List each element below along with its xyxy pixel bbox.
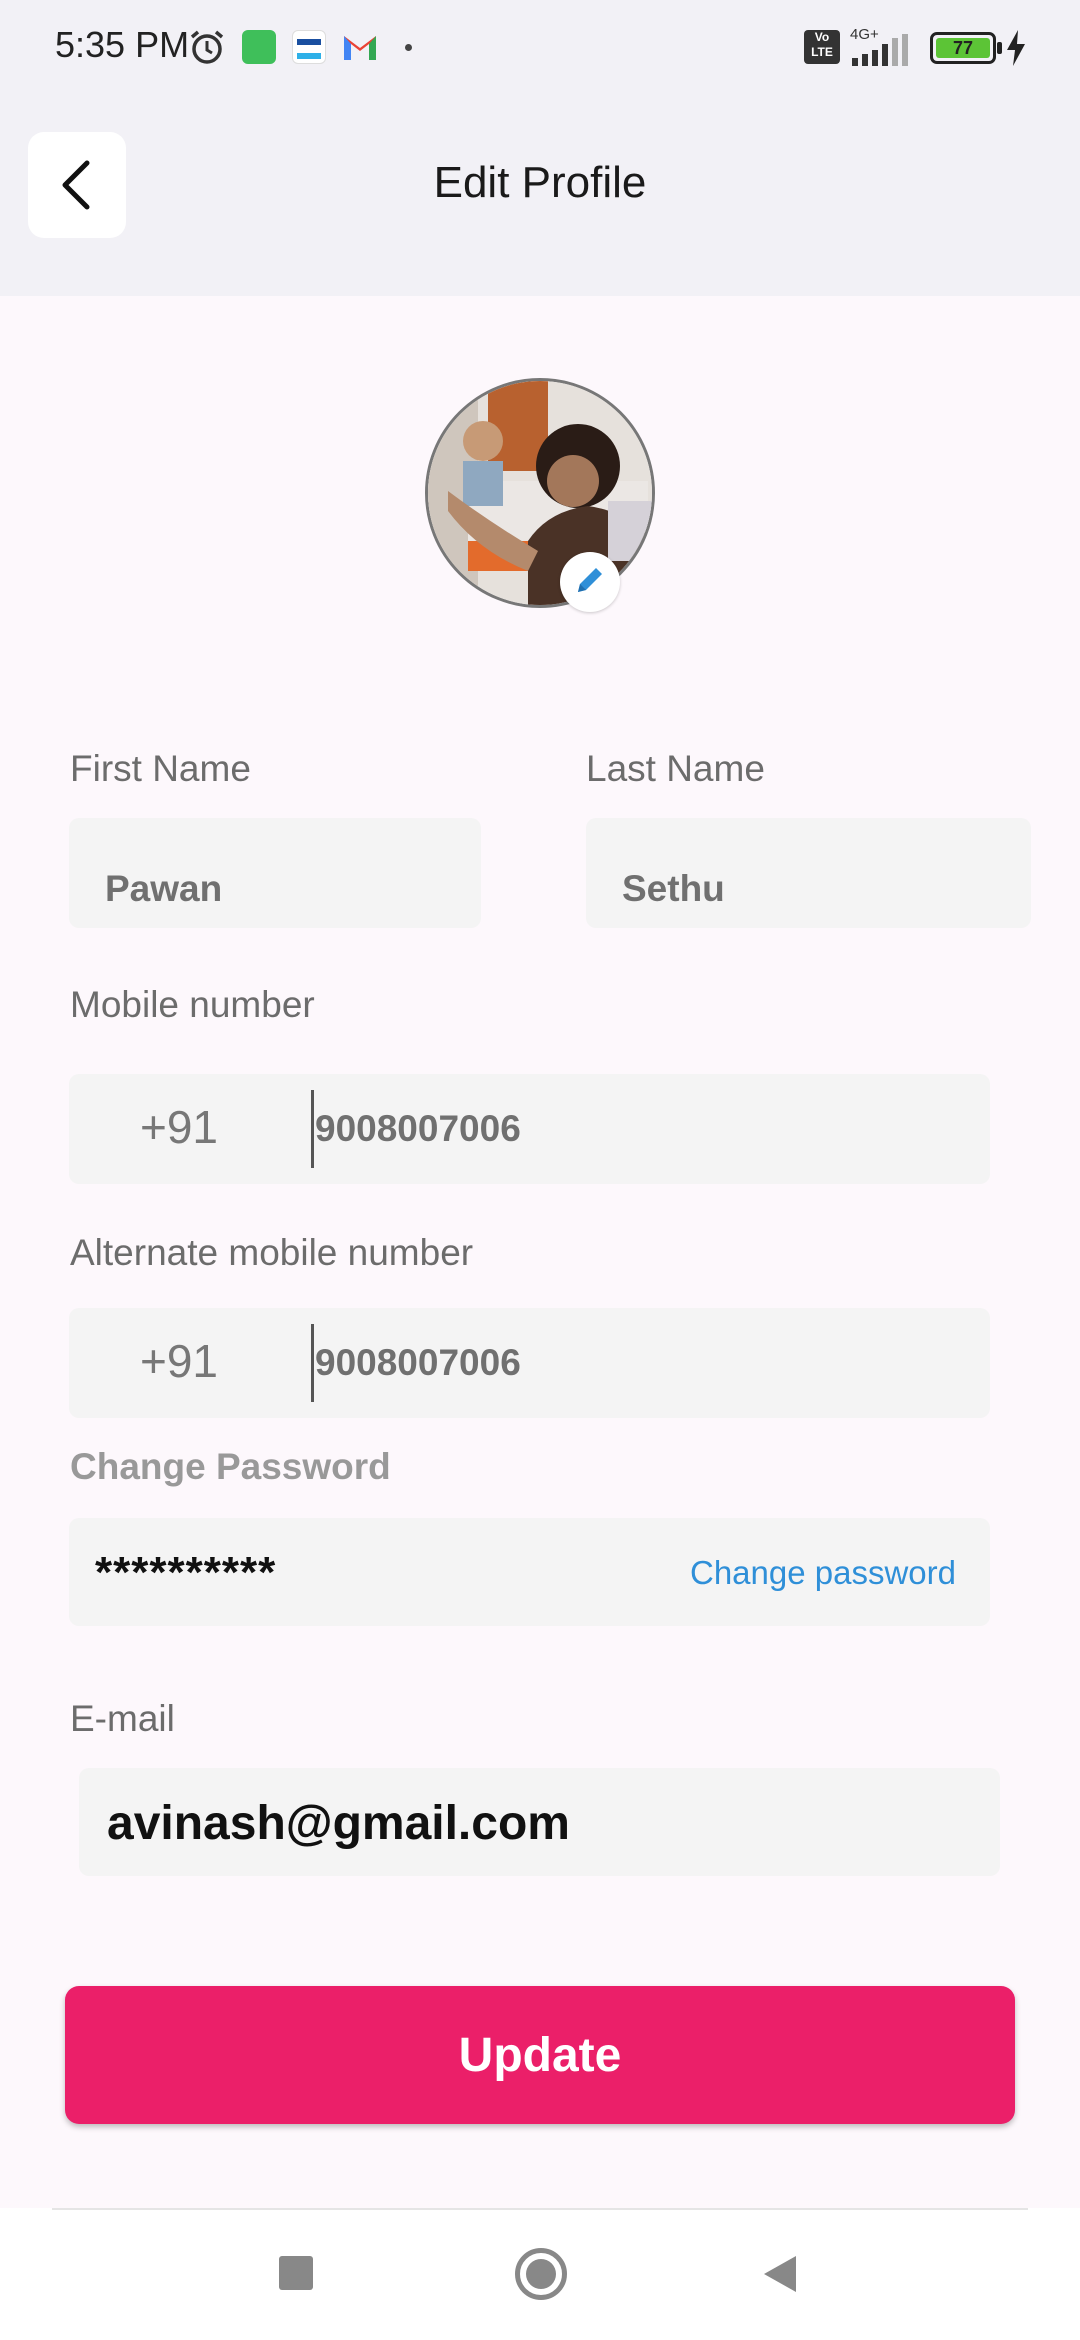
alt-mobile-field[interactable]: +91 9008007006: [69, 1308, 990, 1418]
first-name-value: Pawan: [105, 868, 223, 909]
charging-icon: [1007, 30, 1025, 66]
update-button[interactable]: Update: [65, 1986, 1015, 2124]
status-time: 5:35 PM: [55, 24, 190, 65]
password-value: **********: [95, 1548, 277, 1597]
page-title: Edit Profile: [433, 158, 647, 207]
mobile-label: Mobile number: [70, 984, 315, 1025]
password-label: Change Password: [70, 1446, 391, 1487]
paytm-notification-icon: [292, 30, 326, 64]
change-password-link[interactable]: Change password: [690, 1554, 956, 1592]
alt-mobile-value: 9008007006: [315, 1342, 521, 1383]
last-name-field[interactable]: Sethu: [586, 818, 1031, 928]
battery-level: 77: [936, 38, 990, 58]
alt-mobile-divider: [311, 1324, 314, 1402]
battery-icon: 77: [930, 32, 996, 64]
nav-divider: [52, 2208, 1028, 2210]
system-nav-bar: [0, 2208, 1080, 2340]
status-bar: 5:35 PM Vo LTE 4G+ 77: [0, 0, 1080, 96]
recent-apps-icon[interactable]: [279, 2256, 313, 2290]
email-value: avinash@gmail.com: [107, 1797, 570, 1850]
mobile-divider: [311, 1090, 314, 1168]
header: Edit Profile: [0, 96, 1080, 296]
home-icon[interactable]: [515, 2248, 567, 2300]
mobile-country-code: +91: [139, 1101, 219, 1153]
alarm-icon: [190, 30, 224, 64]
volte-icon: Vo LTE: [804, 30, 840, 64]
email-label: E-mail: [70, 1698, 175, 1739]
signal-icon: [852, 34, 908, 66]
edit-avatar-button[interactable]: [560, 552, 620, 612]
first-name-field[interactable]: Pawan: [69, 818, 481, 928]
first-name-label: First Name: [70, 748, 251, 789]
mobile-field[interactable]: +91 9008007006: [69, 1074, 990, 1184]
avatar[interactable]: [425, 378, 655, 608]
email-field[interactable]: avinash@gmail.com: [79, 1768, 1000, 1876]
back-nav-icon[interactable]: [762, 2254, 798, 2294]
password-field[interactable]: ********** Change password: [69, 1518, 990, 1626]
mobile-value: 9008007006: [315, 1108, 521, 1149]
more-notifications-dot-icon: [405, 44, 412, 51]
app-notification-icon: [242, 30, 276, 64]
pencil-icon: [578, 568, 602, 592]
alt-mobile-country-code: +91: [139, 1335, 219, 1387]
last-name-label: Last Name: [586, 748, 765, 789]
battery-tip: [997, 42, 1002, 54]
gmail-icon: [344, 36, 376, 60]
profile-photo: [428, 381, 652, 605]
alt-mobile-label: Alternate mobile number: [70, 1232, 474, 1273]
last-name-value: Sethu: [622, 868, 725, 909]
